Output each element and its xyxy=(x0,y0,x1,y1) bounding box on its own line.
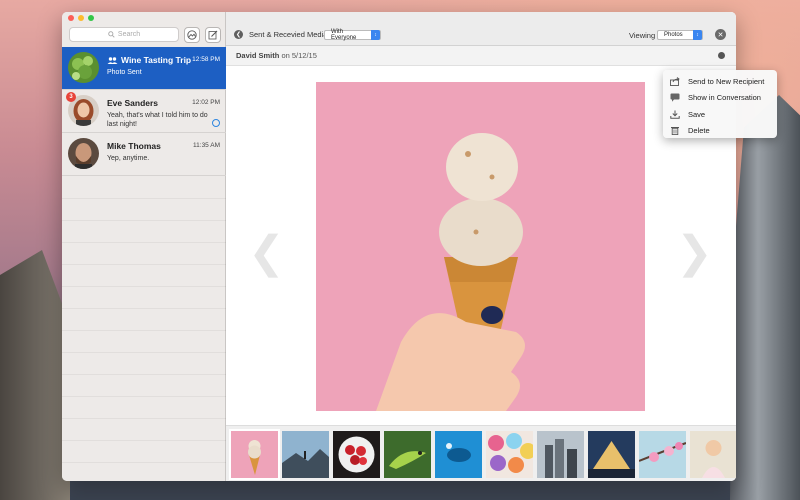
conversation-name: Eve Sanders xyxy=(107,98,159,108)
compose-icon xyxy=(208,30,218,40)
main-photo xyxy=(316,82,645,411)
close-icon: ✕ xyxy=(717,31,724,39)
menu-item-show-in-conversation[interactable]: Show in Conversation xyxy=(663,90,777,107)
thumbnail-child[interactable] xyxy=(690,431,736,478)
more-options-button[interactable] xyxy=(718,52,725,59)
photo-info-bar: David Smith on 5/12/15 xyxy=(226,46,736,66)
read-receipt-icon xyxy=(212,119,220,127)
group-people-icon xyxy=(107,56,118,64)
thumbnail-louvre[interactable] xyxy=(588,431,635,478)
chevron-updown-icon: ↕ xyxy=(371,30,380,40)
conversation-preview: Photo Sent xyxy=(107,69,142,76)
thumbnail-strawberries[interactable] xyxy=(333,431,380,478)
photo-author: David Smith on 5/12/15 xyxy=(236,51,317,60)
previous-photo-arrow[interactable]: ❮ xyxy=(248,227,285,278)
menu-item-save[interactable]: Save xyxy=(663,106,777,123)
menu-item-send-to-new-recipient[interactable]: Send to New Recipient xyxy=(663,73,777,90)
search-input[interactable]: Search xyxy=(69,27,179,42)
thumbnail-macarons[interactable] xyxy=(486,431,533,478)
download-icon xyxy=(670,110,680,119)
photo-filmstrip xyxy=(226,425,736,481)
search-placeholder: Search xyxy=(117,31,141,38)
photo-viewer: ❮ ❯ xyxy=(226,67,736,425)
viewing-select[interactable]: Photos ↕ xyxy=(657,30,703,40)
next-photo-arrow[interactable]: ❯ xyxy=(676,227,713,278)
group-avatar xyxy=(68,52,99,83)
sidebar-empty-area xyxy=(62,177,226,477)
conversation-item-wine-tasting-trip[interactable]: Wine Tasting Trip 12:58 PM Photo Sent xyxy=(62,47,226,90)
speech-bubble-icon xyxy=(670,93,680,103)
menu-item-delete[interactable]: Delete xyxy=(663,123,777,140)
thumbnail-underwater[interactable] xyxy=(435,431,482,478)
conversation-time: 12:02 PM xyxy=(192,99,220,106)
maximize-window-button[interactable] xyxy=(88,15,94,21)
chevron-updown-icon: ↕ xyxy=(693,30,702,40)
viewing-label: Viewing xyxy=(629,31,656,40)
wallpaper-rock-left xyxy=(0,250,70,500)
conversation-time: 11:35 AM xyxy=(193,142,220,149)
share-filter-select[interactable]: With Everyone ↕ xyxy=(324,29,381,41)
sidebar: Search Wine Tasting Trip 12:58 PM Photo … xyxy=(62,12,226,481)
thumbnail-city[interactable] xyxy=(537,431,584,478)
close-window-button[interactable] xyxy=(68,15,74,21)
thumbnail-ice-cream[interactable] xyxy=(229,429,280,480)
trash-icon xyxy=(671,127,679,136)
media-browser: ❮ Sent & Recevied Media With Everyone ↕ … xyxy=(226,12,736,481)
back-button[interactable]: ❮ xyxy=(234,30,243,39)
share-icon xyxy=(670,76,680,86)
minimize-window-button[interactable] xyxy=(78,15,84,21)
conversation-list: Wine Tasting Trip 12:58 PM Photo Sent 3 … xyxy=(62,47,226,176)
conversation-time: 12:58 PM xyxy=(192,56,220,63)
conversation-item-eve-sanders[interactable]: 3 Eve Sanders 12:02 PM Yeah, that's what… xyxy=(62,90,226,133)
media-title: Sent & Recevied Media xyxy=(249,30,328,39)
wallpaper-rock-right xyxy=(730,95,800,500)
chevron-left-icon: ❮ xyxy=(235,32,242,38)
conversation-name: Mike Thomas xyxy=(107,141,161,151)
close-media-button[interactable]: ✕ xyxy=(715,29,726,40)
window-controls xyxy=(68,15,94,21)
photo-context-menu: Send to New Recipient Show in Conversati… xyxy=(663,70,777,138)
conversation-name: Wine Tasting Trip xyxy=(107,55,191,65)
thumbnail-blossoms[interactable] xyxy=(639,431,686,478)
photo-gallery-icon xyxy=(187,30,197,40)
avatar-mike-thomas xyxy=(68,138,99,169)
media-gallery-button[interactable] xyxy=(184,27,200,43)
compose-button[interactable] xyxy=(205,27,221,43)
conversation-preview: Yep, anytime. xyxy=(107,155,150,162)
messages-window: Search Wine Tasting Trip 12:58 PM Photo … xyxy=(62,12,736,481)
media-toolbar: ❮ Sent & Recevied Media With Everyone ↕ … xyxy=(226,12,736,46)
thumbnail-mountain-hiker[interactable] xyxy=(282,431,329,478)
unread-badge: 3 xyxy=(66,92,76,102)
conversation-preview: Yeah, that's what I told him to do last … xyxy=(107,112,208,129)
thumbnail-lizard[interactable] xyxy=(384,431,431,478)
conversation-item-mike-thomas[interactable]: Mike Thomas 11:35 AM Yep, anytime. xyxy=(62,133,226,176)
search-icon xyxy=(108,31,115,38)
